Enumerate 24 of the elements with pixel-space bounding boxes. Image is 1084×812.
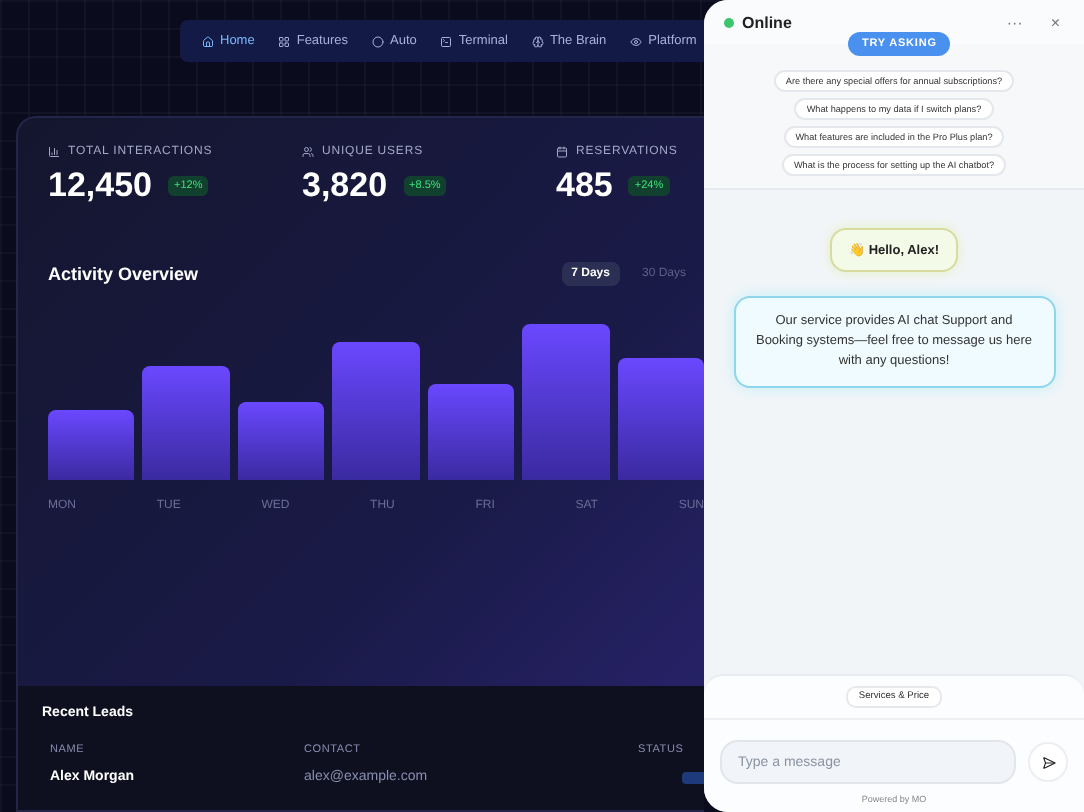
chart-bar xyxy=(427,384,515,480)
stat-value: 485 xyxy=(556,166,613,206)
nav-icon xyxy=(630,35,643,47)
chart-bar xyxy=(332,342,420,480)
stat-value: 12,450 xyxy=(48,166,152,206)
close-button[interactable]: × xyxy=(1050,13,1060,31)
chart-bar xyxy=(237,402,325,480)
send-icon xyxy=(1041,755,1055,769)
chart-bar xyxy=(48,410,135,480)
stat-value: 3,820 xyxy=(302,166,388,206)
status-text: Online xyxy=(742,13,794,31)
calendar-icon xyxy=(556,146,568,158)
chart-icon xyxy=(48,146,60,158)
nav-icon xyxy=(278,35,291,47)
nav-icon xyxy=(531,35,544,47)
more-button[interactable]: ··· xyxy=(1006,13,1023,31)
chart-bar xyxy=(142,366,230,480)
chart-title: Activity Overview xyxy=(48,264,199,284)
nav-icon xyxy=(440,35,453,47)
chart-bar xyxy=(617,358,704,480)
nav-icon xyxy=(372,35,384,47)
users-icon xyxy=(302,146,314,158)
nav-icon xyxy=(202,35,214,47)
send-button[interactable] xyxy=(1028,742,1068,782)
